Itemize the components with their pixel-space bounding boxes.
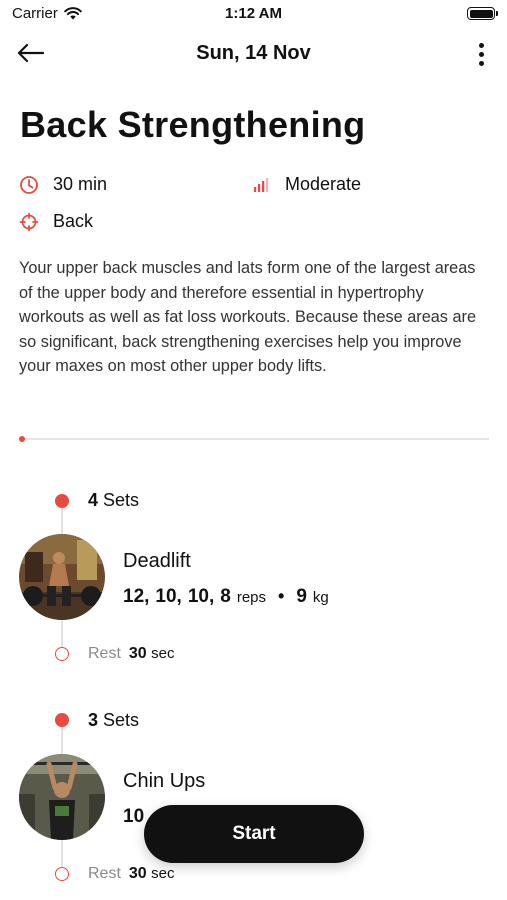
status-time: 1:12 AM <box>225 5 282 22</box>
target-icon <box>19 212 39 231</box>
duration-label: 30 min <box>53 174 108 194</box>
exercise-thumbnail-deadlift[interactable] <box>19 534 105 620</box>
exercise-name: Chin Ups <box>123 770 206 792</box>
status-bar: Carrier 1:12 AM <box>0 0 507 28</box>
start-button[interactable]: Start <box>144 805 364 863</box>
sets-count: 3 Sets <box>88 710 140 730</box>
sets-marker <box>55 494 69 508</box>
nav-bar: Sun, 14 Nov <box>0 34 507 72</box>
workout-title: Back Strengthening <box>20 104 366 145</box>
clock-icon <box>20 175 38 194</box>
exercise-reps-weight: 10 <box>123 806 145 827</box>
progress-indicator <box>19 436 25 442</box>
sets-marker <box>55 713 69 727</box>
exercise-thumbnail-chin-ups[interactable] <box>19 754 105 840</box>
rest-info: Rest 30 sec <box>88 865 175 882</box>
target-label: Back <box>53 211 94 231</box>
difficulty-label: Moderate <box>285 174 362 194</box>
duration-meta: 30 min <box>19 174 107 195</box>
rest-info: Rest 30 sec <box>88 645 175 662</box>
nav-date-title: Sun, 14 Nov <box>196 42 311 64</box>
exercise-reps-weight: 12, 10, 10, 8 reps • 9 kg <box>123 586 329 607</box>
workout-progress <box>19 436 489 442</box>
workout-description: Your upper back muscles and lats form on… <box>19 259 476 375</box>
signal-bars-icon <box>254 177 269 192</box>
more-options-button[interactable] <box>473 40 489 68</box>
target-meta: Back <box>19 211 93 232</box>
rest-marker <box>55 647 69 661</box>
rest-marker <box>55 867 69 881</box>
battery-icon <box>467 7 498 20</box>
difficulty-meta: Moderate <box>251 174 361 195</box>
sets-count: 4 Sets <box>88 490 140 510</box>
more-vertical-icon <box>478 42 484 48</box>
exercise-name: Deadlift <box>123 550 191 572</box>
